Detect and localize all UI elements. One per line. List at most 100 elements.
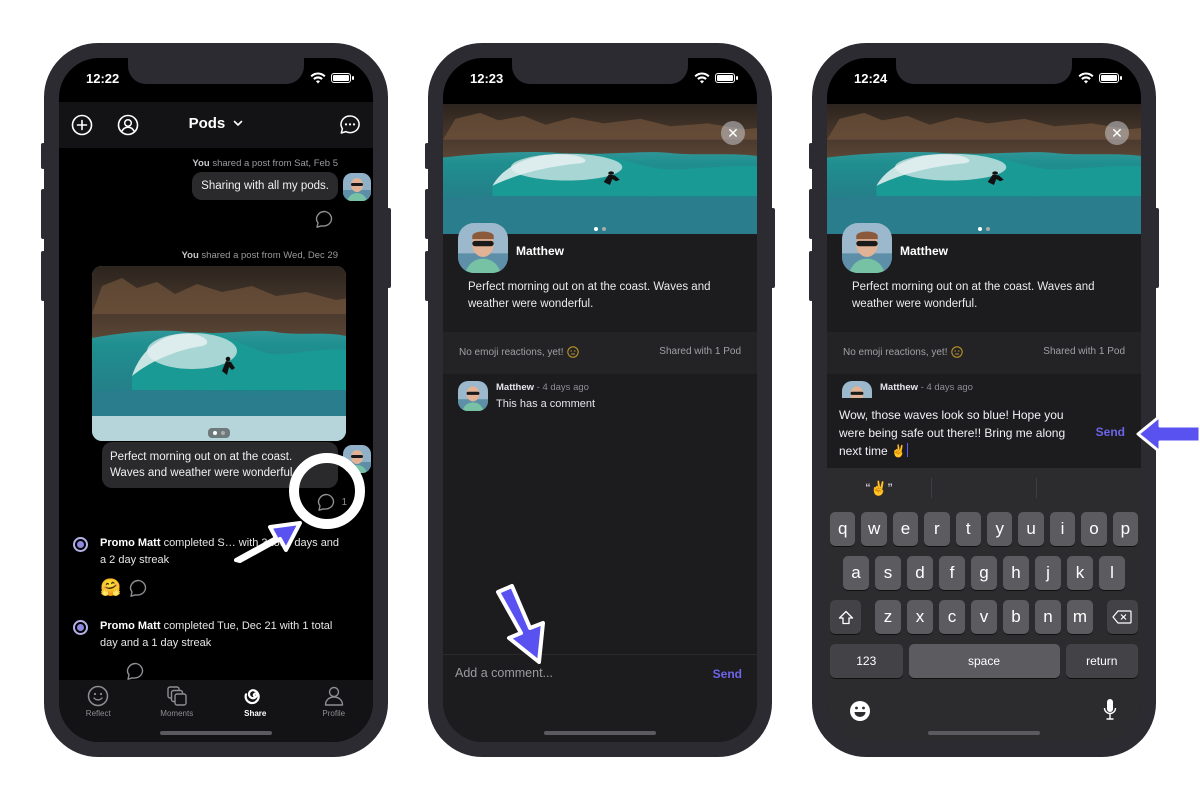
- power-button: [771, 208, 775, 288]
- photo-page-dots: [978, 227, 990, 231]
- key-f[interactable]: f: [939, 556, 965, 590]
- close-button[interactable]: ✕: [1105, 121, 1129, 145]
- numbers-key[interactable]: 123: [830, 644, 903, 678]
- mute-switch: [41, 143, 45, 169]
- avatar: [458, 381, 488, 411]
- key-x[interactable]: x: [907, 600, 933, 634]
- mute-switch: [425, 143, 429, 169]
- home-indicator: [160, 731, 272, 735]
- comment-time: - 4 days ago: [920, 382, 973, 393]
- author-name[interactable]: Matthew: [900, 244, 948, 258]
- notch: [128, 58, 304, 84]
- key-y[interactable]: y: [987, 512, 1013, 546]
- chat-bubble-icon[interactable]: [339, 114, 361, 136]
- phone-post-detail: 12:23 ✕ Matthew Perfect morning out on a…: [425, 43, 775, 757]
- suggestion-item[interactable]: [932, 478, 1037, 498]
- key-a[interactable]: a: [843, 556, 869, 590]
- neutral-face-icon[interactable]: [566, 346, 579, 358]
- shift-key[interactable]: [830, 600, 862, 634]
- key-k[interactable]: k: [1067, 556, 1093, 590]
- backspace-key[interactable]: [1106, 600, 1138, 634]
- key-row: asdfghjkl: [830, 556, 1138, 590]
- suggestion-item[interactable]: “✌️”: [827, 478, 932, 498]
- power-button: [1155, 208, 1159, 288]
- space-key[interactable]: space: [908, 644, 1060, 678]
- key-e[interactable]: e: [892, 512, 919, 546]
- post-meta: No emoji reactions, yet! Shared with 1 P…: [827, 332, 1141, 374]
- key-r[interactable]: r: [924, 512, 950, 546]
- phone-pods-feed: 12:22 Pods You shared a post from Sat, F…: [41, 43, 391, 757]
- post-photo[interactable]: ✕: [443, 104, 757, 234]
- post-caption-bubble[interactable]: Sharing with all my pods.: [192, 172, 338, 200]
- key-c[interactable]: c: [939, 600, 965, 634]
- microphone-icon[interactable]: [1103, 698, 1117, 722]
- close-button[interactable]: ✕: [721, 121, 745, 145]
- key-w[interactable]: w: [861, 512, 887, 546]
- key-n[interactable]: n: [1035, 600, 1061, 634]
- neutral-face-icon[interactable]: [950, 346, 963, 358]
- volume-down-button: [41, 251, 45, 301]
- key-g[interactable]: g: [971, 556, 997, 590]
- key-row: zxcvbnm: [830, 600, 1138, 634]
- reaction-emoji[interactable]: 😛: [100, 661, 118, 681]
- key-m[interactable]: m: [1067, 600, 1093, 634]
- battery-icon: [331, 73, 354, 83]
- battery-icon: [1099, 73, 1122, 83]
- post-photo[interactable]: [92, 266, 346, 441]
- annotation-arrow: [234, 521, 302, 563]
- close-icon: ✕: [1111, 124, 1123, 141]
- key-d[interactable]: d: [907, 556, 933, 590]
- comment-button[interactable]: [315, 210, 335, 229]
- key-v[interactable]: v: [971, 600, 997, 634]
- author-avatar[interactable]: [842, 223, 892, 273]
- send-button[interactable]: Send: [713, 667, 742, 681]
- send-button[interactable]: Send: [1096, 425, 1125, 439]
- surf-photo: [443, 104, 757, 234]
- post-photo[interactable]: ✕: [827, 104, 1141, 234]
- post-meta: No emoji reactions, yet! Shared with 1 P…: [443, 332, 757, 374]
- key-u[interactable]: u: [1018, 512, 1044, 546]
- key-p[interactable]: p: [1112, 512, 1139, 546]
- wifi-icon: [310, 72, 326, 84]
- post-card: Matthew Perfect morning out on at the co…: [827, 223, 1141, 332]
- volume-up-button: [809, 189, 813, 239]
- screen: 12:22 Pods You shared a post from Sat, F…: [59, 58, 373, 742]
- return-key[interactable]: return: [1065, 644, 1139, 678]
- key-h[interactable]: h: [1003, 556, 1029, 590]
- author-name[interactable]: Matthew: [516, 244, 564, 258]
- key-i[interactable]: i: [1049, 512, 1076, 546]
- comment-input[interactable]: Wow, those waves look so blue! Hope you …: [839, 406, 1069, 460]
- power-button: [387, 208, 391, 288]
- key-z[interactable]: z: [875, 600, 901, 634]
- author-avatar[interactable]: [458, 223, 508, 273]
- home-indicator: [544, 731, 656, 735]
- emoji-keyboard-icon[interactable]: [849, 700, 871, 722]
- surf-photo: [827, 104, 1141, 234]
- volume-up-button: [41, 189, 45, 239]
- nav-header: Pods: [59, 102, 373, 148]
- page-title: Pods: [188, 115, 226, 132]
- reaction-emoji[interactable]: 🤗: [100, 578, 121, 598]
- tab-profile[interactable]: Profile: [295, 680, 374, 742]
- suggestion-item[interactable]: [1037, 478, 1141, 498]
- key-q[interactable]: q: [829, 512, 856, 546]
- pods-selector[interactable]: Pods: [59, 115, 373, 132]
- key-t[interactable]: t: [955, 512, 981, 546]
- shift-icon: [838, 610, 853, 624]
- backspace-icon: [1112, 610, 1132, 624]
- post-text: Perfect morning out on at the coast. Wav…: [468, 281, 711, 310]
- key-s[interactable]: s: [875, 556, 901, 590]
- key-l[interactable]: l: [1099, 556, 1125, 590]
- shared-with[interactable]: Shared with 1 Pod: [659, 346, 741, 357]
- post-shared-label: You shared a post from Wed, Dec 29: [181, 250, 338, 261]
- comment-icon[interactable]: [129, 579, 149, 598]
- comment-icon[interactable]: [126, 662, 146, 681]
- key-b[interactable]: b: [1003, 600, 1029, 634]
- spiral-icon: [244, 689, 260, 705]
- annotation-arrow: [1136, 414, 1200, 454]
- post-shared-label: You shared a post from Sat, Feb 5: [192, 158, 338, 169]
- shared-with[interactable]: Shared with 1 Pod: [1043, 346, 1125, 357]
- key-j[interactable]: j: [1035, 556, 1061, 590]
- key-o[interactable]: o: [1081, 512, 1107, 546]
- tab-reflect[interactable]: Reflect: [59, 680, 138, 742]
